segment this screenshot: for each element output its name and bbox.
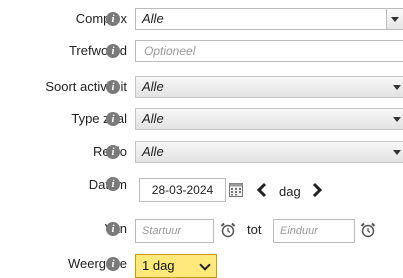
tot-label: tot [247,222,262,237]
complex-select[interactable]: Alle [135,8,403,30]
info-icon[interactable]: i [106,112,120,126]
datum-input[interactable]: 28-03-2024 [139,178,226,202]
chevron-down-icon [393,85,401,90]
chevron-down-icon [393,150,401,155]
calendar-icon[interactable] [229,183,243,197]
einduur-input[interactable]: Einduur [273,219,355,243]
chevron-right-icon[interactable] [311,182,323,198]
startuur-input[interactable]: Startuur [135,219,214,243]
datum-row: Datum i 28-03-2024 dag [0,177,403,204]
regio-row: Regio i Alle [0,141,403,163]
info-icon[interactable]: i [106,222,120,236]
einduur-placeholder: Einduur [280,225,318,237]
complex-select-value: Alle [142,11,164,26]
alarm-clock-icon[interactable] [220,222,236,238]
weergave-value: 1 dag [142,258,175,273]
info-icon[interactable]: i [106,257,120,271]
van-row: Van i Startuur tot Einduur [0,219,403,243]
info-icon[interactable]: i [106,12,120,26]
info-icon[interactable]: i [106,44,120,58]
regio-value: Alle [142,144,164,159]
weergave-select[interactable]: 1 dag [135,254,217,278]
datum-unit: dag [279,184,301,199]
regio-select[interactable]: Alle [135,141,403,163]
info-icon[interactable]: i [106,80,120,94]
info-icon[interactable]: i [106,177,120,191]
alarm-clock-icon[interactable] [360,222,376,238]
startuur-placeholder: Startuur [142,225,182,237]
chevron-down-icon [199,259,211,271]
soort-activiteit-value: Alle [142,79,164,94]
type-zaal-row: Type zaal i Alle [0,108,403,130]
chevron-down-icon [386,9,403,29]
weergave-row: Weergave i 1 dag [0,254,403,278]
trefwoord-row: Trefwoord i Optioneel [0,40,403,62]
chevron-down-icon [393,117,401,122]
type-zaal-value: Alle [142,111,164,126]
trefwoord-placeholder: Optioneel [144,44,196,58]
trefwoord-input[interactable]: Optioneel [135,40,403,62]
chevron-left-icon[interactable] [256,182,268,198]
soort-activiteit-row: Soort activiteit i Alle [0,76,403,98]
type-zaal-select[interactable]: Alle [135,108,403,130]
complex-row: Complex i Alle [0,8,403,30]
info-icon[interactable]: i [106,145,120,159]
soort-activiteit-select[interactable]: Alle [135,76,403,98]
